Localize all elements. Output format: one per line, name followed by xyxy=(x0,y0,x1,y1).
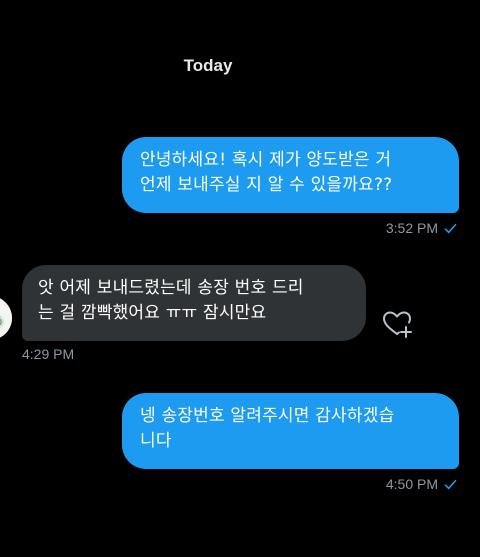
sent-message-bubble[interactable]: 안녕하세요! 혹시 제가 양도받은 거 언제 보내주실 지 알 수 있을까요?? xyxy=(122,137,459,213)
avatar[interactable] xyxy=(0,296,12,340)
message-timestamp: 4:50 PM xyxy=(385,476,438,492)
message-timestamp: 3:52 PM xyxy=(385,220,438,236)
checkmark-icon xyxy=(444,223,457,233)
received-message-bubble[interactable]: 앗 어제 보내드렸는데 송장 번호 드리 는 걸 깜빡했어요 ㅠㅠ 잠시만요 xyxy=(22,265,366,341)
message-meta: 4:29 PM xyxy=(22,346,74,362)
heart-plus-icon[interactable] xyxy=(380,307,414,341)
message-timestamp: 4:29 PM xyxy=(22,346,75,362)
sent-message-bubble[interactable]: 넹 송장번호 알려주시면 감사하겠습 니다 xyxy=(122,393,459,469)
avatar-image xyxy=(0,296,12,340)
message-meta: 3:52 PM xyxy=(386,220,457,236)
checkmark-icon xyxy=(444,479,457,489)
message-meta: 4:50 PM xyxy=(386,476,457,492)
date-separator: Today xyxy=(183,56,233,75)
